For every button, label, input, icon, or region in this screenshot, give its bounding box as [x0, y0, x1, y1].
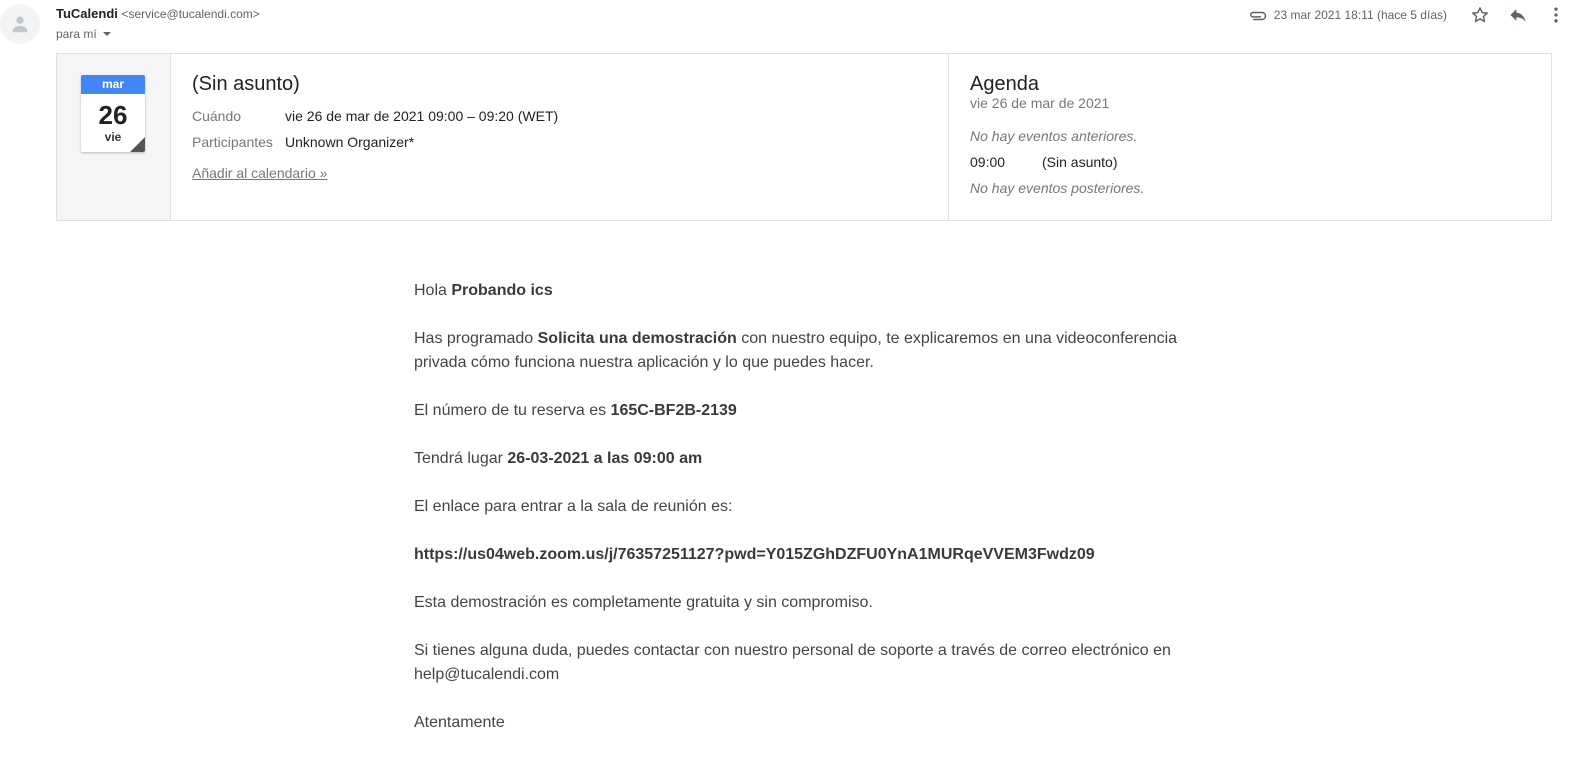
link-intro-paragraph: El enlace para entrar a la sala de reuni…: [414, 498, 733, 515]
closing: Atentamente: [414, 714, 505, 731]
reservation-paragraph: El número de tu reserva es 165C-BF2B-213…: [414, 399, 1194, 423]
recipient-line: para mí: [56, 27, 111, 41]
more-vert-icon[interactable]: [1537, 2, 1575, 28]
message-meta: 23 mar 2021 18:11 (hace 5 días): [1248, 2, 1575, 28]
sender: TuCalendi <service@tucalendi.com>: [56, 6, 260, 21]
meeting-link[interactable]: https://us04web.zoom.us/j/76357251127?pw…: [414, 546, 1095, 563]
support-paragraph: Si tienes alguna duda, puedes contactar …: [414, 642, 1171, 683]
booking-prefix: Has programado: [414, 330, 538, 347]
booking-event-name: Solicita una demostración: [537, 330, 737, 347]
add-to-calendar-link[interactable]: Añadir al calendario »: [192, 165, 327, 181]
calendar-icon: mar 26 vie: [81, 75, 145, 152]
meeting-link-paragraph: https://us04web.zoom.us/j/76357251127?pw…: [414, 543, 1194, 567]
event-when-row: Cuándo vie 26 de mar de 2021 09:00 – 09:…: [192, 108, 558, 124]
agenda-no-later-events: No hay eventos posteriores.: [970, 180, 1145, 196]
calendar-icon-column: mar 26 vie: [57, 54, 171, 220]
participants-label: Participantes: [192, 134, 273, 150]
booking-paragraph: Has programado Solicita una demostración…: [414, 327, 1194, 375]
chevron-down-icon[interactable]: [102, 32, 111, 36]
schedule-paragraph: Tendrá lugar 26-03-2021 a las 09:00 am: [414, 447, 1194, 471]
calendar-month: mar: [81, 75, 145, 94]
event-details: (Sin asunto) Cuándo vie 26 de mar de 202…: [171, 54, 949, 220]
reply-icon[interactable]: [1499, 2, 1537, 28]
email-body: Hola Probando ics Has programado Solicit…: [414, 279, 1194, 759]
reservation-prefix: El número de tu reserva es: [414, 402, 611, 419]
sender-email: <service@tucalendi.com>: [121, 7, 260, 21]
calendar-day: 26: [98, 100, 128, 130]
greeting-prefix: Hola: [414, 282, 452, 299]
person-icon: [12, 16, 28, 33]
schedule-datetime: 26-03-2021 a las 09:00 am: [507, 450, 703, 467]
agenda-panel: Agenda vie 26 de mar de 2021 No hay even…: [949, 54, 1551, 220]
greeting-name: Probando ics: [451, 282, 553, 299]
paperclip-icon: [1248, 9, 1268, 21]
page-fold-icon: [130, 137, 145, 152]
agenda-no-prior-events: No hay eventos anteriores.: [970, 128, 1138, 144]
when-label: Cuándo: [192, 108, 242, 124]
reservation-number: 165C-BF2B-2139: [610, 402, 737, 419]
calendar-invite-card: mar 26 vie (Sin asunto) Cuándo vie 26 de…: [56, 53, 1552, 221]
agenda-title: Agenda: [970, 73, 1039, 95]
sender-avatar[interactable]: [0, 4, 40, 44]
agenda-event-title: (Sin asunto): [1042, 154, 1118, 170]
schedule-prefix: Tendrá lugar: [414, 450, 508, 467]
greeting: Hola Probando ics: [414, 279, 1194, 303]
event-title: (Sin asunto): [192, 73, 300, 95]
star-icon[interactable]: [1461, 2, 1499, 28]
agenda-event[interactable]: 09:00 (Sin asunto): [970, 154, 1117, 170]
free-demo-paragraph: Esta demostración es completamente gratu…: [414, 594, 873, 611]
agenda-event-time: 09:00: [970, 154, 1006, 170]
agenda-date: vie 26 de mar de 2021: [970, 95, 1110, 111]
when-value: vie 26 de mar de 2021 09:00 – 09:20 (WET…: [285, 108, 559, 124]
recipient-label: para mí: [56, 27, 97, 41]
participants-value: Unknown Organizer*: [285, 134, 415, 150]
sender-name[interactable]: TuCalendi: [56, 6, 118, 21]
email-header: TuCalendi <service@tucalendi.com> para m…: [0, 0, 1575, 50]
message-date: 23 mar 2021 18:11 (hace 5 días): [1273, 8, 1447, 22]
event-participants-row: Participantes Unknown Organizer*: [192, 134, 414, 150]
